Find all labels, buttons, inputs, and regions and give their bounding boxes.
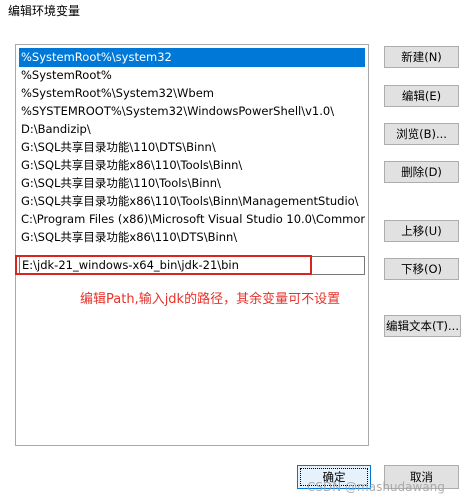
edit-button[interactable]: 编辑(E) bbox=[384, 85, 459, 107]
move-down-button[interactable]: 下移(O) bbox=[384, 258, 459, 280]
title-bar[interactable]: 编辑环境变量 bbox=[0, 0, 474, 30]
delete-button[interactable]: 删除(D) bbox=[384, 161, 459, 183]
path-list[interactable]: %SystemRoot%\system32 %SystemRoot% %Syst… bbox=[15, 44, 369, 446]
annotation-text: 编辑Path,输入jdk的路径，其余变量可不设置 bbox=[80, 292, 341, 307]
path-list-item[interactable]: G:\SQL共享目录功能\110\Tools\Binn\ bbox=[19, 174, 365, 193]
path-list-item[interactable]: %SystemRoot%\System32\Wbem bbox=[19, 84, 365, 103]
path-list-item[interactable]: %SYSTEMROOT%\System32\WindowsPowerShell\… bbox=[19, 102, 365, 121]
path-list-item[interactable]: C:\Program Files (x86)\Microsoft Visual … bbox=[19, 210, 365, 229]
move-up-button[interactable]: 上移(U) bbox=[384, 220, 459, 242]
cancel-button[interactable]: 取消 bbox=[384, 465, 459, 489]
path-list-item[interactable]: %SystemRoot%\system32 bbox=[19, 48, 365, 67]
path-list-item[interactable]: %SystemRoot% bbox=[19, 66, 365, 85]
path-list-item[interactable]: G:\SQL共享目录功能x86\110\DTS\Binn\ bbox=[19, 228, 365, 247]
edit-env-variable-dialog: 编辑环境变量 %SystemRoot%\system32 %SystemRoot… bbox=[0, 0, 474, 504]
new-button[interactable]: 新建(N) bbox=[384, 46, 459, 68]
edit-text-button[interactable]: 编辑文本(T)... bbox=[384, 315, 461, 337]
path-list-item[interactable]: G:\SQL共享目录功能\110\DTS\Binn\ bbox=[19, 138, 365, 157]
path-edit-field[interactable]: E:\jdk-21_windows-x64_bin\jdk-21\bin bbox=[19, 256, 365, 275]
path-list-item[interactable]: D:\Bandizip\ bbox=[19, 120, 365, 139]
ok-button[interactable]: 确定 bbox=[297, 465, 371, 489]
window-title: 编辑环境变量 bbox=[8, 4, 81, 18]
path-list-item[interactable]: G:\SQL共享目录功能x86\110\Tools\Binn\Managemen… bbox=[19, 192, 365, 211]
path-list-item[interactable]: G:\SQL共享目录功能x86\110\Tools\Binn\ bbox=[19, 156, 365, 175]
browse-button[interactable]: 浏览(B)... bbox=[384, 123, 459, 145]
